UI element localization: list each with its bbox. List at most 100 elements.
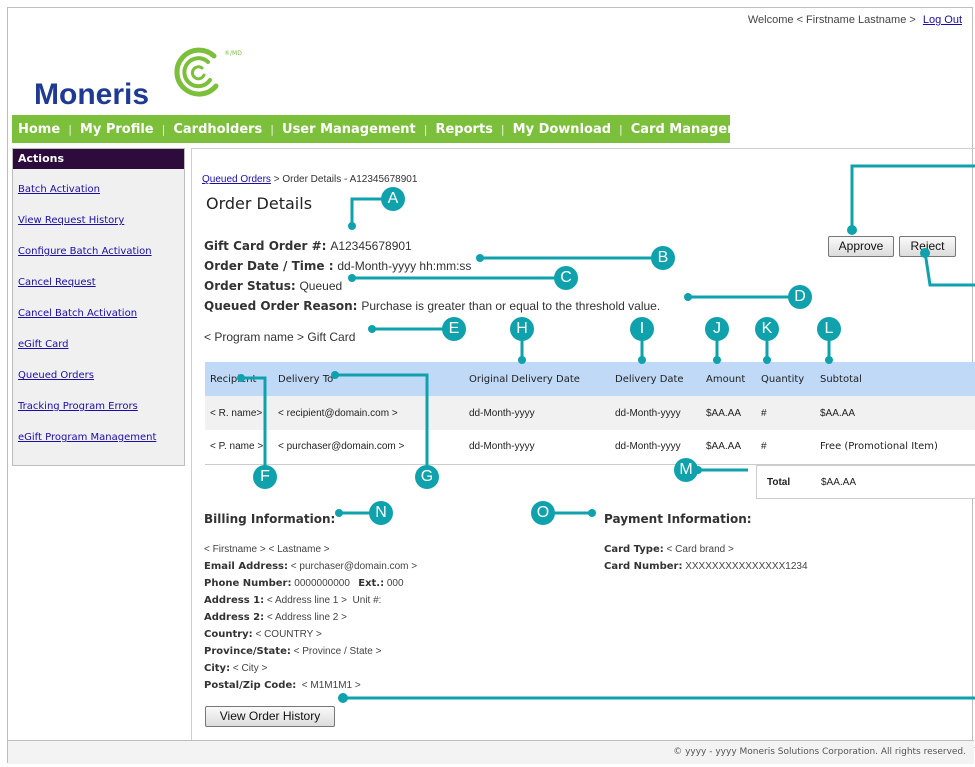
nav-cardholders[interactable]: Cardholders [173,122,262,137]
callout-o: O [531,501,555,525]
nav-user-management[interactable]: User Management [282,122,416,137]
sidebar-item-egift-program-management[interactable]: eGift Program Management [18,432,156,443]
phone-value: 0000000000 [294,578,350,589]
postal-value: < M1M1M1 > [301,680,361,691]
cell-delivery-to: < recipient@domain.com > [273,396,464,430]
address1-value: < Address line 1 > [266,595,347,606]
breadcrumb: Queued Orders > Order Details - A1234567… [202,174,417,185]
column-header-quantity: Quantity [756,362,815,396]
cell-subtotal: $AA.AA [815,396,975,430]
postal-label: Postal/Zip Code: [204,680,297,691]
page-footer: © yyyy - yyyy Moneris Solutions Corporat… [8,740,974,764]
billing-details: < Firstname > < Lastname > Email Address… [204,541,417,694]
billing-title: Billing Information: [204,512,336,526]
sidebar-item-batch-activation[interactable]: Batch Activation [18,184,100,195]
sidebar-item-egift-card[interactable]: eGift Card [18,339,69,350]
order-status-label: Order Status: [204,279,296,293]
main-nav: Home | My Profile | Cardholders | User Mana… [12,115,765,143]
sidebar-item-view-request-history[interactable]: View Request History [18,215,124,226]
nav-home[interactable]: Home [18,122,60,137]
address1-label: Address 1: [204,595,265,606]
order-number-field: Gift Card Order #: A12345678901 [204,239,412,253]
payment-title: Payment Information: [604,512,752,526]
logo-swirl-icon [170,42,226,106]
province-value: < Province / State > [293,646,382,657]
sidebar-title: Actions [13,149,184,169]
order-items-table: Recipient Delivery To Original Delivery … [205,362,975,465]
order-datetime-field: Order Date / Time : dd-Month-yyyy hh:mm:… [204,259,471,273]
nav-my-download[interactable]: My Download [513,122,611,137]
phone-label: Phone Number: [204,578,292,589]
card-type-value: < Card brand > [666,544,734,555]
column-header-delivery-date: Delivery Date [610,362,701,396]
order-total: Total $AA.AA [756,465,975,499]
sidebar-item-cancel-batch-activation[interactable]: Cancel Batch Activation [18,308,137,319]
card-number-value: XXXXXXXXXXXXXXX1234 [685,561,808,572]
payment-details: Card Type: < Card brand > Card Number: X… [604,541,808,575]
welcome-text: Welcome < Firstname Lastname > [747,14,916,26]
cell-amount: $AA.AA [701,430,756,465]
email-value: < purchaser@domain.com > [290,561,418,572]
total-value: $AA.AA [821,477,857,488]
program-name: < Program name > Gift Card [204,330,356,344]
cell-delivery-to: < purchaser@domain.com > [273,430,464,465]
address2-label: Address 2: [204,612,265,623]
queued-reason-field: Queued Order Reason: Purchase is greater… [204,299,660,313]
cell-recipient: < R. name> [205,396,273,430]
callout-k: K [755,317,779,341]
column-header-subtotal: Subtotal [815,362,975,396]
breadcrumb-current: > Order Details - A12345678901 [270,174,418,185]
callout-l: L [817,317,841,341]
reject-button[interactable]: Reject [899,236,956,257]
country-value: < COUNTRY > [255,629,322,640]
logout-link[interactable]: Log Out [923,14,962,26]
column-header-original-delivery-date: Original Delivery Date [464,362,610,396]
callout-n: N [369,501,393,525]
cell-recipient: < P. name > [205,430,273,465]
sidebar-item-queued-orders[interactable]: Queued Orders [18,370,94,381]
sidebar-item-tracking-program-errors[interactable]: Tracking Program Errors [18,401,138,412]
ext-label: Ext.: [358,578,385,589]
view-order-history-button[interactable]: View Order History [205,706,335,727]
order-datetime-label: Order Date / Time : [204,259,334,273]
cell-original-delivery-date: dd-Month-yyyy [464,396,610,430]
city-label: City: [204,663,231,674]
cell-quantity: # [756,396,815,430]
nav-separator: | [423,122,428,136]
cell-subtotal: Free (Promotional Item) [815,430,975,465]
address2-value: < Address line 2 > [266,612,347,623]
column-header-delivery-to: Delivery To [273,362,464,396]
ext-value: 000 [386,578,404,589]
nav-separator: | [161,122,166,136]
card-type-label: Card Type: [604,544,664,555]
cell-delivery-date: dd-Month-yyyy [610,396,701,430]
cell-original-delivery-date: dd-Month-yyyy [464,430,610,465]
callout-g: G [415,465,439,489]
callout-e: E [442,317,466,341]
sidebar-item-cancel-request[interactable]: Cancel Request [18,277,96,288]
callout-i: I [630,317,654,341]
callout-c: C [554,266,578,290]
nav-card-management[interactable]: Card Management [631,122,765,137]
callout-a: A [381,187,405,211]
table-row: < P. name > < purchaser@domain.com > dd-… [205,430,975,465]
breadcrumb-queued-orders[interactable]: Queued Orders [202,174,271,185]
approve-button[interactable]: Approve [828,236,894,257]
moneris-logo: ®/MD Moneris [32,42,262,122]
page-frame: Welcome < Firstname Lastname > Log Out ®… [7,7,975,764]
main-content: Queued Orders > Order Details - A1234567… [191,148,975,748]
callout-j: J [705,317,729,341]
sidebar-item-configure-batch-activation[interactable]: Configure Batch Activation [18,246,152,257]
nav-separator: | [68,122,72,136]
nav-separator: | [619,122,623,136]
email-label: Email Address: [204,561,289,572]
unit-label: Unit #: [352,595,382,606]
order-status-field: Order Status: Queued [204,279,342,293]
nav-separator: | [270,122,275,136]
nav-reports[interactable]: Reports [435,122,492,137]
table-row: < R. name> < recipient@domain.com > dd-M… [205,396,975,430]
nav-my-profile[interactable]: My Profile [80,122,154,137]
callout-m: M [674,458,698,482]
cell-amount: $AA.AA [701,396,756,430]
welcome-bar: Welcome < Firstname Lastname > Log Out [748,14,962,26]
